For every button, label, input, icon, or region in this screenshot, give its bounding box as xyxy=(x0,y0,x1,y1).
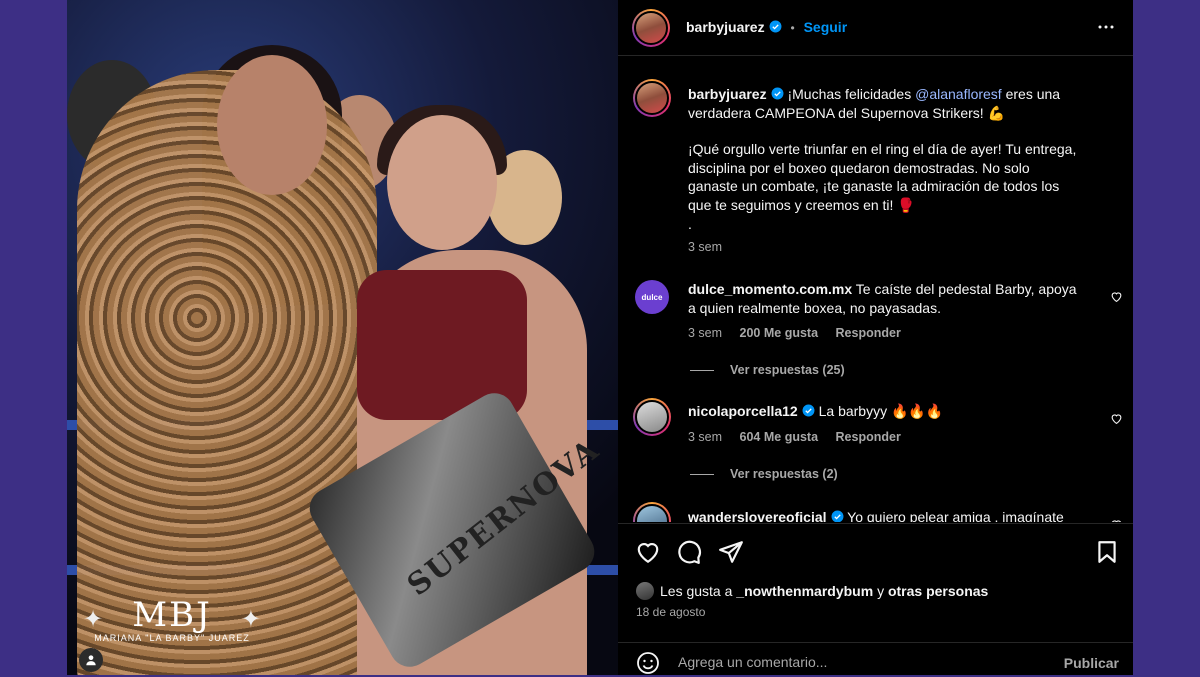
comment-username[interactable]: dulce_momento.com.mx xyxy=(688,281,852,297)
post-modal: SUPERNOVA ✦ ✦ MBJ MARIANA "LA BARBY" JUA… xyxy=(67,0,1133,675)
caption-time: 3 sem xyxy=(688,240,723,254)
save-icon[interactable] xyxy=(1094,539,1120,565)
emoji-icon[interactable] xyxy=(636,651,660,675)
comment-meta: 3 sem 604 Me gusta Responder xyxy=(688,430,915,444)
commenter-avatar[interactable] xyxy=(633,502,671,522)
post-image[interactable]: SUPERNOVA ✦ ✦ MBJ MARIANA "LA BARBY" JUA… xyxy=(67,0,618,675)
post-date: 18 de agosto xyxy=(636,605,706,619)
likes-middle: y xyxy=(873,583,888,599)
like-comment-icon[interactable] xyxy=(1110,518,1123,522)
comment-username[interactable]: nicolaporcella12 xyxy=(688,403,798,419)
follow-button[interactable]: Seguir xyxy=(804,19,848,35)
comment-time: 3 sem xyxy=(688,326,723,340)
comment-input[interactable] xyxy=(676,653,1040,671)
watermark-logo: MBJ xyxy=(132,595,212,635)
liker-username[interactable]: _nowthenmardybum xyxy=(736,583,873,599)
separator: • xyxy=(790,21,795,35)
wing-right-icon: ✦ xyxy=(240,606,261,633)
comment-time: 3 sem xyxy=(688,430,723,444)
comment-text: wanderslovereoficial Yo quiero pelear am… xyxy=(688,508,1083,522)
commenter-avatar[interactable] xyxy=(633,398,671,436)
right-person-face xyxy=(387,115,497,250)
likes-summary[interactable]: Les gusta a _nowthenmardybum y otras per… xyxy=(636,582,988,600)
liker-avatar xyxy=(636,582,654,600)
view-replies-button[interactable]: Ver respuestas (2) xyxy=(690,467,838,481)
left-person-face xyxy=(217,55,327,195)
more-options-icon[interactable] xyxy=(1097,18,1115,36)
other-likers[interactable]: otras personas xyxy=(888,583,988,599)
verified-badge-icon xyxy=(771,87,784,100)
post-details-panel: barbyjuarez • Seguir barbyjuarez ¡Muchas… xyxy=(618,0,1133,675)
publish-button[interactable]: Publicar xyxy=(1064,655,1119,671)
like-comment-icon[interactable] xyxy=(1110,412,1123,425)
wing-left-icon: ✦ xyxy=(83,606,104,633)
caption-avatar[interactable] xyxy=(633,79,671,117)
verified-badge-icon xyxy=(802,404,815,417)
view-replies-label: Ver respuestas (2) xyxy=(730,467,838,481)
header-author: barbyjuarez • Seguir xyxy=(686,19,847,35)
post-header: barbyjuarez • Seguir xyxy=(618,0,1133,56)
comment-text: dulce_momento.com.mx Te caíste del pedes… xyxy=(688,280,1083,317)
view-replies-label: Ver respuestas (25) xyxy=(730,363,845,377)
caption-dot: . xyxy=(688,215,692,232)
caption-mention-link[interactable]: @alanafloresf xyxy=(915,86,1002,102)
caption-text: barbyjuarez ¡Muchas felicidades @alanafl… xyxy=(688,85,1083,233)
reply-button[interactable]: Responder xyxy=(836,430,901,444)
like-icon[interactable] xyxy=(635,539,661,565)
author-avatar[interactable] xyxy=(632,9,670,47)
replies-line xyxy=(690,370,714,372)
comments-list[interactable]: barbyjuarez ¡Muchas felicidades @alanafl… xyxy=(618,56,1133,522)
comment-likes[interactable]: 604 Me gusta xyxy=(740,430,819,444)
reply-button[interactable]: Responder xyxy=(836,326,901,340)
add-comment-bar: Publicar xyxy=(618,642,1133,677)
comment-username[interactable]: wanderslovereoficial xyxy=(688,509,827,522)
comment-body: Yo quiero pelear amiga , imagínate xyxy=(847,509,1064,522)
verified-badge-icon xyxy=(831,510,843,522)
watermark-text: MARIANA "LA BARBY" JUAREZ xyxy=(94,633,250,643)
replies-line xyxy=(690,474,714,476)
post-actions: Les gusta a _nowthenmardybum y otras per… xyxy=(618,523,1133,676)
comment-meta: 3 sem 200 Me gusta Responder xyxy=(688,326,915,340)
comment-icon[interactable] xyxy=(676,539,702,565)
share-icon[interactable] xyxy=(718,539,744,565)
likes-prefix: Les gusta a xyxy=(660,583,737,599)
caption-username[interactable]: barbyjuarez xyxy=(688,86,767,102)
like-comment-icon[interactable] xyxy=(1110,290,1123,303)
comment-body: La barbyyy 🔥🔥🔥 xyxy=(818,403,944,419)
commenter-avatar[interactable]: dulce xyxy=(635,280,669,314)
comment-likes[interactable]: 200 Me gusta xyxy=(740,326,819,340)
author-username[interactable]: barbyjuarez xyxy=(686,19,765,35)
watermark: ✦ ✦ MBJ MARIANA "LA BARBY" JUAREZ xyxy=(83,595,261,643)
verified-badge-icon xyxy=(769,20,782,33)
caption-paragraph: ¡Qué orgullo verte triunfar en el ring e… xyxy=(688,141,1077,213)
comment-text: nicolaporcella12 La barbyyy 🔥🔥🔥 xyxy=(688,402,1083,421)
tagged-users-icon[interactable] xyxy=(79,648,103,672)
view-replies-button[interactable]: Ver respuestas (25) xyxy=(690,363,845,377)
caption-line1: ¡Muchas felicidades xyxy=(787,86,916,102)
